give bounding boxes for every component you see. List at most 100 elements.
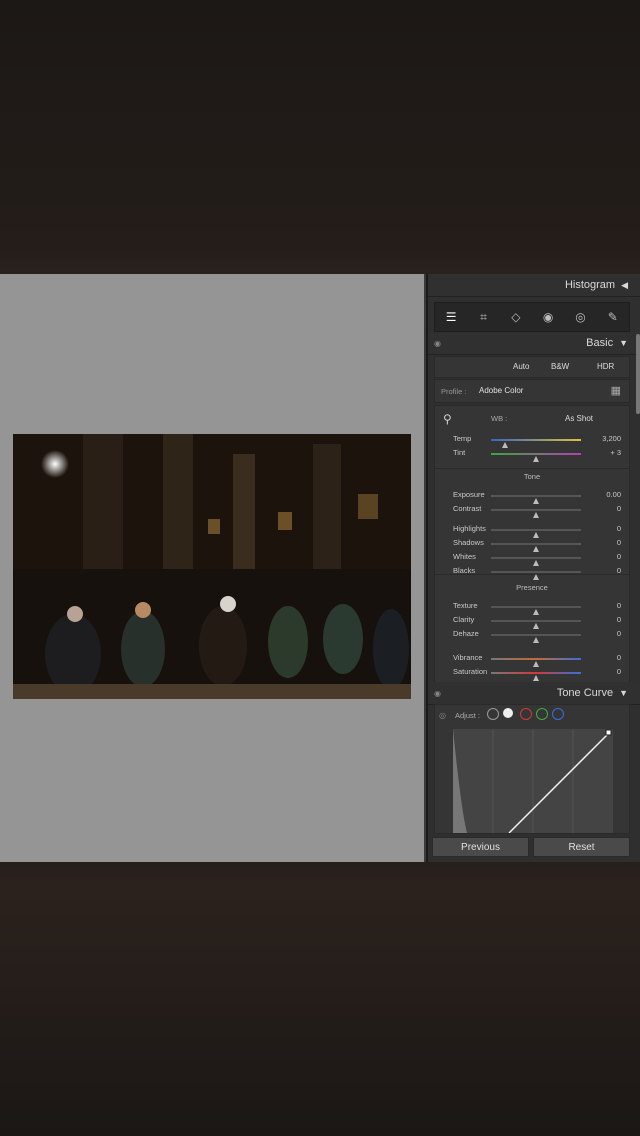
slider-thumb[interactable] — [533, 512, 539, 518]
slider-clarity[interactable]: Clarity 0 — [435, 613, 629, 629]
eyedropper-icon[interactable]: ⚲ — [443, 412, 452, 426]
slider-track[interactable] — [491, 453, 581, 462]
profile-label: Profile : — [441, 387, 467, 396]
slider-track[interactable] — [491, 620, 581, 629]
visibility-icon[interactable]: ◉ — [434, 339, 441, 348]
tool-strip: ☰ ⌗ ◇ ◉ ◎ ✎ — [434, 302, 630, 332]
slider-value[interactable]: 0 — [617, 601, 621, 610]
slider-track[interactable] — [491, 571, 581, 580]
tone-curve-label: Tone Curve — [556, 687, 614, 699]
radial-filter-icon[interactable]: ◎ — [571, 308, 589, 326]
slider-value[interactable]: 0 — [617, 566, 621, 575]
slider-thumb[interactable] — [533, 574, 539, 580]
brush-icon[interactable]: ✎ — [604, 308, 622, 326]
crop-icon[interactable]: ⌗ — [474, 308, 492, 326]
develop-panel: Histogram ◀ ☰ ⌗ ◇ ◉ ◎ ✎ ◉ Basic ▼ Auto B… — [426, 274, 640, 862]
slider-value[interactable]: 0 — [617, 538, 621, 547]
presence-group-label: Presence — [516, 583, 548, 592]
slider-track[interactable] — [491, 557, 581, 566]
bw-button[interactable]: B&W — [551, 362, 569, 371]
slider-highlights[interactable]: Highlights 0 — [435, 522, 629, 538]
slider-label: Clarity — [453, 615, 475, 624]
slider-label: Shadows — [453, 538, 484, 547]
slider-value[interactable]: + 3 — [610, 448, 621, 457]
eraser-icon[interactable]: ◇ — [507, 308, 525, 326]
slider-track[interactable] — [491, 658, 581, 667]
slider-vibrance[interactable]: Vibrance 0 — [435, 651, 629, 667]
slider-saturation[interactable]: Saturation 0 — [435, 665, 629, 681]
hdr-button[interactable]: HDR — [597, 362, 614, 371]
slider-value[interactable]: 0.00 — [606, 490, 621, 499]
slider-tint[interactable]: Tint + 3 — [435, 446, 629, 462]
slider-value[interactable]: 0 — [617, 552, 621, 561]
auto-button[interactable]: Auto — [513, 362, 529, 371]
histogram-header[interactable]: Histogram ◀ — [428, 274, 640, 297]
slider-value[interactable]: 0 — [617, 615, 621, 624]
profile-row: Profile : Adobe Color ▦ — [434, 379, 630, 403]
visibility-icon[interactable]: ◉ — [434, 689, 441, 698]
collapse-down-icon: ▼ — [619, 688, 628, 698]
tone-curve-header[interactable]: ◉ Tone Curve ▼ — [428, 682, 640, 705]
green-channel-icon[interactable] — [536, 708, 548, 720]
slider-label: Exposure — [453, 490, 485, 499]
slider-label: Vibrance — [453, 653, 483, 662]
point-curve-white-icon[interactable] — [503, 708, 513, 718]
slider-shadows[interactable]: Shadows 0 — [435, 536, 629, 552]
previous-button[interactable]: Previous — [432, 837, 529, 857]
slider-dehaze[interactable]: Dehaze 0 — [435, 627, 629, 643]
slider-label: Dehaze — [453, 629, 479, 638]
basic-label: Basic — [586, 337, 614, 349]
slider-whites[interactable]: Whites 0 — [435, 550, 629, 566]
slider-track[interactable] — [491, 439, 581, 448]
tone-curve-section: ◎ Adjust : — [434, 704, 630, 834]
slider-track[interactable] — [491, 543, 581, 552]
slider-value[interactable]: 0 — [617, 653, 621, 662]
collapse-down-icon: ▼ — [619, 338, 628, 348]
slider-value[interactable]: 3,200 — [602, 434, 621, 443]
red-channel-icon[interactable] — [520, 708, 532, 720]
slider-exposure[interactable]: Exposure 0.00 — [435, 488, 629, 504]
slider-label: Saturation — [453, 667, 488, 676]
slider-value[interactable]: 0 — [617, 504, 621, 513]
slider-label: Temp — [453, 434, 472, 443]
slider-track[interactable] — [491, 529, 581, 538]
slider-thumb[interactable] — [533, 637, 539, 643]
blue-channel-icon[interactable] — [552, 708, 564, 720]
target-adjust-icon[interactable]: ◎ — [439, 711, 446, 720]
tone-curve-graph[interactable] — [453, 729, 613, 833]
wb-value[interactable]: As Shot — [565, 414, 593, 423]
parametric-curve-icon[interactable] — [487, 708, 499, 720]
histogram-label: Histogram — [564, 279, 616, 291]
slider-track[interactable] — [491, 606, 581, 615]
slider-thumb[interactable] — [533, 675, 539, 681]
slider-track[interactable] — [491, 495, 581, 504]
slider-blacks[interactable]: Blacks 0 — [435, 564, 629, 580]
red-eye-icon[interactable]: ◉ — [539, 308, 557, 326]
adjust-label: Adjust : — [455, 711, 481, 720]
reset-button[interactable]: Reset — [533, 837, 630, 857]
profile-browser-icon[interactable]: ▦ — [611, 384, 621, 397]
slider-temp[interactable]: Temp 3,200 — [435, 432, 629, 448]
lightroom-workspace: Histogram ◀ ☰ ⌗ ◇ ◉ ◎ ✎ ◉ Basic ▼ Auto B… — [0, 274, 640, 862]
slider-contrast[interactable]: Contrast 0 — [435, 502, 629, 518]
slider-label: Tint — [453, 448, 466, 457]
slider-label: Contrast — [453, 504, 482, 513]
profile-value[interactable]: Adobe Color — [479, 386, 523, 395]
slider-texture[interactable]: Texture 0 — [435, 599, 629, 615]
slider-track[interactable] — [491, 672, 581, 681]
tone-group-label: Tone — [523, 472, 541, 481]
sliders-icon[interactable]: ☰ — [442, 308, 460, 326]
image-canvas — [0, 274, 424, 862]
basic-header[interactable]: ◉ Basic ▼ — [428, 332, 640, 355]
photo-preview[interactable] — [13, 434, 411, 699]
slider-value[interactable]: 0 — [617, 667, 621, 676]
slider-value[interactable]: 0 — [617, 524, 621, 533]
slider-label: Texture — [453, 601, 478, 610]
slider-value[interactable]: 0 — [617, 629, 621, 638]
slider-track[interactable] — [491, 634, 581, 643]
slider-track[interactable] — [491, 509, 581, 518]
slider-label: Highlights — [453, 524, 486, 533]
treatment-row: Auto B&W HDR — [434, 356, 630, 378]
panel-scrollbar[interactable] — [636, 334, 640, 414]
slider-thumb[interactable] — [533, 456, 539, 462]
